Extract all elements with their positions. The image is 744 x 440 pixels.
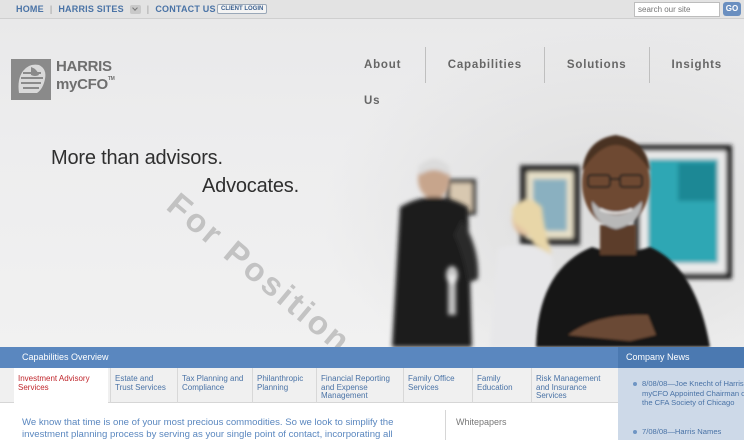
home-link[interactable]: HOME: [16, 4, 44, 14]
separator: |: [146, 4, 150, 14]
client-login-button[interactable]: CLIENT LOGIN: [217, 4, 268, 14]
nav-solutions[interactable]: Solutions: [543, 47, 649, 83]
bullet-icon: [633, 430, 637, 434]
trademark-mark: TM: [107, 76, 115, 82]
chevron-down-icon[interactable]: [129, 4, 141, 14]
utility-nav: HOME | HARRIS SITES | CONTACT US |: [16, 4, 230, 14]
news-header: Company News: [618, 347, 744, 368]
nav-capabilities[interactable]: Capabilities: [424, 47, 544, 83]
news-panel: 8/08/08—Joe Knecht of Harris myCFO Appoi…: [618, 368, 744, 440]
hero-tagline-line2: Advocates.: [202, 175, 299, 197]
tab-estate-trust[interactable]: Estate and Trust Services: [110, 368, 176, 403]
hero-tagline-line1: More than advisors.: [51, 147, 223, 169]
tab-investment-advisory[interactable]: Investment Advisory Services: [14, 368, 108, 404]
tab-family-education[interactable]: Family Education: [472, 368, 530, 403]
news-item[interactable]: 7/08/08—Harris Names: [626, 427, 744, 437]
tab-tax-planning[interactable]: Tax Planning and Compliance: [177, 368, 251, 403]
separator: |: [49, 4, 53, 14]
nav-insights[interactable]: Insights: [648, 47, 744, 83]
search-go-button[interactable]: GO: [723, 2, 741, 16]
capabilities-header: Capabilities Overview: [0, 347, 618, 368]
search-input[interactable]: [634, 2, 720, 17]
logo-wordmark-mycfo: myCFOTM: [56, 76, 115, 93]
tab-financial-reporting[interactable]: Financial Reporting and Expense Manageme…: [316, 368, 402, 403]
harris-sites-link[interactable]: HARRIS SITES: [58, 4, 123, 14]
capabilities-title: Capabilities Overview: [22, 352, 109, 362]
utility-bar: HOME | HARRIS SITES | CONTACT US | CLIEN…: [0, 0, 744, 19]
hero-banner: HARRIS myCFOTM About Us Capabilities Sol…: [0, 19, 744, 347]
lion-logo-icon: [11, 59, 51, 100]
capabilities-body-text: We know that time is one of your most pr…: [22, 417, 394, 440]
tab-family-office[interactable]: Family Office Services: [403, 368, 471, 403]
news-title: Company News: [626, 352, 690, 362]
news-item-text[interactable]: 8/08/08—Joe Knecht of Harris myCFO Appoi…: [642, 379, 744, 407]
capabilities-tabs: Investment Advisory Services Estate and …: [0, 368, 618, 404]
news-item[interactable]: 8/08/08—Joe Knecht of Harris myCFO Appoi…: [626, 379, 744, 408]
divider: [445, 410, 446, 440]
nav-about-us[interactable]: About Us: [342, 47, 425, 107]
logo-wordmark-harris: HARRIS: [56, 58, 112, 75]
contact-us-link[interactable]: CONTACT US: [155, 4, 215, 14]
news-item-text[interactable]: 7/08/08—Harris Names: [642, 427, 721, 436]
whitepapers-link[interactable]: Whitepapers: [456, 417, 507, 427]
hero-photo: [392, 135, 732, 347]
tab-risk-management[interactable]: Risk Management and Insurance Services: [531, 368, 617, 403]
tab-philanthropic[interactable]: Philanthropic Planning: [252, 368, 314, 403]
main-nav: About Us Capabilities Solutions Insights: [342, 47, 744, 107]
bullet-icon: [633, 382, 637, 386]
